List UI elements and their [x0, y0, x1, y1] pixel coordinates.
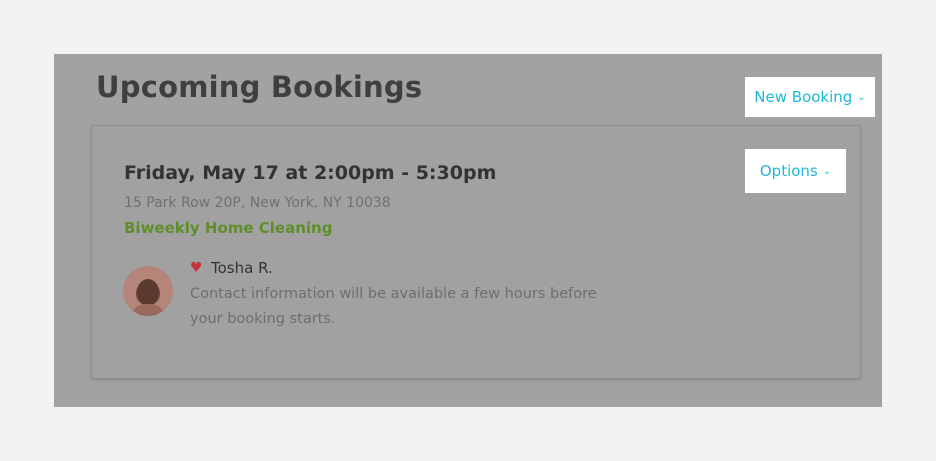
options-button[interactable]: Options ⌄ — [745, 149, 846, 193]
contact-info-note: Contact information will be available a … — [190, 286, 597, 327]
options-label: Options — [759, 162, 818, 180]
bookings-panel: Upcoming Bookings New Booking ⌄ Options … — [54, 54, 882, 407]
new-booking-label: New Booking — [754, 88, 853, 106]
booking-datetime: Friday, May 17 at 2:00pm - 5:30pm — [124, 162, 497, 184]
chevron-down-icon: ⌄ — [857, 92, 866, 103]
booking-service: Biweekly Home Cleaning — [124, 219, 333, 237]
pro-name: Tosha R. — [211, 259, 273, 277]
avatar-shoulders — [131, 304, 165, 316]
heart-icon: ♥ — [190, 260, 203, 276]
avatar — [123, 266, 173, 316]
avatar-face — [137, 279, 159, 305]
page-title: Upcoming Bookings — [96, 70, 423, 104]
chevron-down-icon: ⌄ — [822, 166, 832, 177]
booking-card: Options ⌄ Friday, May 17 at 2:00pm - 5:3… — [91, 125, 861, 379]
booking-address: 15 Park Row 20P, New York, NY 10038 — [124, 195, 391, 211]
new-booking-button[interactable]: New Booking ⌄ — [745, 77, 875, 117]
